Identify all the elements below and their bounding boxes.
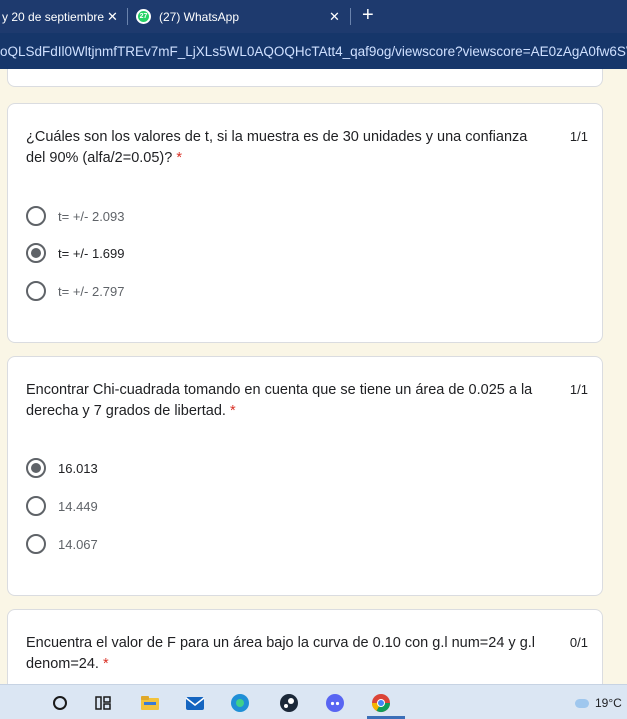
task-view-icon[interactable]: [92, 692, 114, 714]
radio-button[interactable]: [26, 206, 46, 226]
question-text: Encontrar Chi-cuadrada tomando en cuenta…: [26, 380, 546, 422]
weather-temperature: 19°C: [595, 696, 622, 710]
option-label: t= +/- 2.797: [58, 283, 125, 299]
chrome-icon[interactable]: [370, 692, 392, 714]
required-mark: *: [103, 656, 109, 672]
option-label: 14.067: [58, 536, 98, 552]
weather-widget[interactable]: 19°C: [575, 696, 622, 710]
browser-tab-bar: y 20 de septiembre ✕ 27 (27) WhatsApp ✕ …: [0, 0, 627, 33]
discord-icon[interactable]: [324, 692, 346, 714]
tab-forms[interactable]: y 20 de septiembre ✕: [0, 0, 130, 33]
form-content: ¿Cuáles son los valores de t, si la mues…: [0, 69, 627, 684]
option-label: t= +/- 1.699: [58, 245, 125, 261]
question-card: ¿Cuáles son los valores de t, si la mues…: [7, 103, 603, 343]
question-card: Encontrar Chi-cuadrada tomando en cuenta…: [7, 356, 603, 596]
taskbar: 19°C: [0, 684, 627, 719]
tab-title: y 20 de septiembre: [2, 9, 105, 24]
option-label: t= +/- 2.093: [58, 208, 125, 224]
cloud-icon: [575, 698, 589, 708]
option[interactable]: t= +/- 1.699: [26, 242, 125, 264]
question-text-body: ¿Cuáles son los valores de t, si la mues…: [26, 129, 528, 166]
whatsapp-icon: 27: [136, 9, 151, 24]
option[interactable]: 14.449: [26, 495, 98, 517]
option[interactable]: 16.013: [26, 457, 98, 479]
tab-title: (27) WhatsApp: [159, 9, 240, 24]
option-label: 16.013: [58, 460, 98, 476]
radio-button[interactable]: [26, 281, 46, 301]
close-icon[interactable]: ✕: [329, 9, 340, 25]
tab-whatsapp[interactable]: 27 (27) WhatsApp ✕: [136, 0, 366, 33]
option[interactable]: t= +/- 2.797: [26, 280, 125, 302]
question-text-body: Encontrar Chi-cuadrada tomando en cuenta…: [26, 382, 533, 419]
question-score: 1/1: [569, 382, 588, 397]
close-icon[interactable]: ✕: [107, 9, 118, 25]
address-bar[interactable]: oQLSdFdIl0WltjnmfTREv7mF_LjXLs5WL0AQOQHc…: [0, 33, 627, 69]
radio-button-selected[interactable]: [26, 458, 46, 478]
question-text: Encuentra el valor de F para un área baj…: [26, 633, 546, 675]
tab-separator: [350, 8, 351, 25]
tab-separator: [127, 8, 128, 25]
question-card: Encuentra el valor de F para un área baj…: [7, 609, 603, 684]
option-label: 14.449: [58, 498, 98, 514]
option[interactable]: 14.067: [26, 533, 98, 555]
radio-button-selected[interactable]: [26, 243, 46, 263]
question-score: 0/1: [569, 635, 588, 650]
required-mark: *: [176, 150, 182, 166]
url-text[interactable]: oQLSdFdIl0WltjnmfTREv7mF_LjXLs5WL0AQOQHc…: [0, 44, 627, 59]
required-mark: *: [229, 403, 236, 419]
radio-button[interactable]: [26, 534, 46, 554]
option[interactable]: t= +/- 2.093: [26, 205, 125, 227]
edge-icon[interactable]: [229, 692, 251, 714]
mail-icon[interactable]: [184, 692, 206, 714]
file-explorer-icon[interactable]: [139, 692, 161, 714]
radio-button[interactable]: [26, 496, 46, 516]
question-card-previous: [7, 69, 603, 87]
new-tab-button[interactable]: +: [362, 4, 374, 27]
question-score: 1/1: [569, 129, 588, 144]
search-icon[interactable]: [49, 692, 71, 714]
question-text: ¿Cuáles son los valores de t, si la mues…: [26, 127, 546, 169]
steam-icon[interactable]: [278, 692, 300, 714]
